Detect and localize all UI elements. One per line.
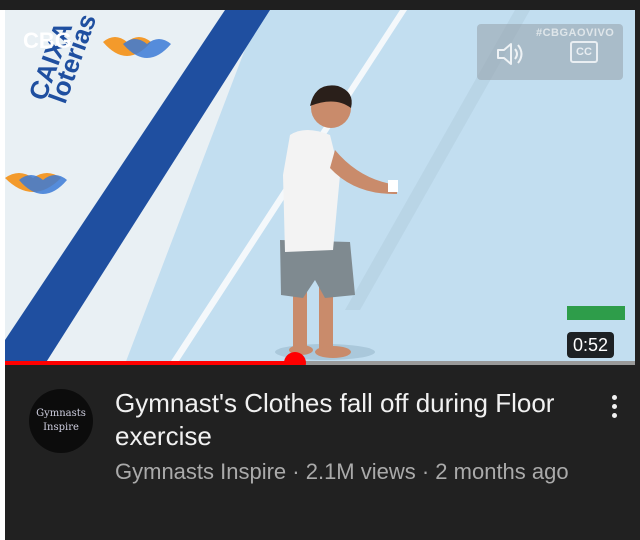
- captions-button[interactable]: CC: [570, 41, 598, 63]
- top-strip: [0, 0, 640, 10]
- more-vert-icon[interactable]: [603, 391, 627, 423]
- video-thumbnail[interactable]: loterias CAIXA CBG #CBGAOVIVO CC 0:52: [5, 10, 635, 364]
- avatar-line-1: Gymnasts: [36, 408, 86, 419]
- avatar-line-2: Inspire: [43, 422, 79, 433]
- video-info[interactable]: Gymnasts Inspire Gymnast's Clothes fall …: [5, 365, 635, 540]
- speaker-icon[interactable]: [495, 40, 527, 68]
- channel-watermark: CBG: [23, 28, 72, 53]
- hashtag-overlay: #CBGAOVIVO: [536, 27, 615, 39]
- video-metadata: Gymnasts Inspire · 2.1M views · 2 months…: [115, 459, 569, 484]
- video-title[interactable]: Gymnast's Clothes fall off during Floor …: [115, 387, 555, 453]
- duration-badge: 0:52: [567, 332, 615, 358]
- channel-avatar[interactable]: Gymnasts Inspire: [29, 389, 93, 453]
